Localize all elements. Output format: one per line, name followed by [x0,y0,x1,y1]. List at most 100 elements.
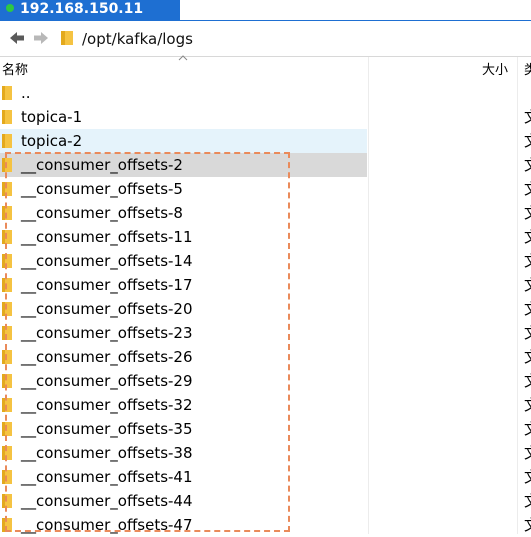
folder-icon [2,110,12,124]
file-name: __consumer_offsets-47 [21,516,193,534]
file-name: __consumer_offsets-41 [21,468,193,486]
name-cell[interactable]: __consumer_offsets-20 [0,297,367,321]
tab-bar: 192.168.150.11 [0,0,531,21]
file-row[interactable]: __consumer_offsets-17 文 [0,273,531,297]
file-type: 文 [524,105,531,129]
name-cell[interactable]: __consumer_offsets-29 [0,369,367,393]
file-name: __consumer_offsets-11 [21,228,193,246]
file-row[interactable]: __consumer_offsets-20 文 [0,297,531,321]
file-type: 文 [524,273,531,297]
file-name: __consumer_offsets-14 [21,252,193,270]
file-type: 文 [524,417,531,441]
file-row[interactable]: __consumer_offsets-44 文 [0,489,531,513]
folder-icon [2,182,12,196]
file-row[interactable]: __consumer_offsets-14 文 [0,249,531,273]
file-name: __consumer_offsets-8 [21,204,183,222]
file-type: 文 [524,249,531,273]
tab-session[interactable]: 192.168.150.11 [0,0,180,20]
file-row[interactable]: __consumer_offsets-29 文 [0,369,531,393]
file-name: __consumer_offsets-5 [21,180,183,198]
file-row[interactable]: __consumer_offsets-35 文 [0,417,531,441]
file-row[interactable]: __consumer_offsets-38 文 [0,441,531,465]
path-input[interactable]: /opt/kafka/logs [82,29,193,49]
file-name: __consumer_offsets-38 [21,444,193,462]
folder-icon [2,494,12,508]
column-type[interactable]: 类 [524,59,531,78]
folder-icon [2,206,12,220]
arrow-right-icon[interactable] [32,29,50,47]
name-cell[interactable]: __consumer_offsets-17 [0,273,367,297]
file-type: 文 [524,321,531,345]
file-name: __consumer_offsets-44 [21,492,193,510]
folder-icon [2,134,12,148]
file-row[interactable]: __consumer_offsets-5 文 [0,177,531,201]
file-name: topica-2 [21,132,83,150]
name-cell[interactable]: __consumer_offsets-41 [0,465,367,489]
name-cell[interactable]: __consumer_offsets-11 [0,225,367,249]
name-cell[interactable]: __consumer_offsets-8 [0,201,367,225]
arrow-left-icon[interactable] [8,29,26,47]
name-cell[interactable]: __consumer_offsets-5 [0,177,367,201]
chevron-up-icon [178,55,188,61]
folder-icon [2,350,12,364]
file-row[interactable]: __consumer_offsets-32 文 [0,393,531,417]
column-header: 名称 大小 类 [0,55,531,80]
file-type: 文 [524,297,531,321]
file-row[interactable]: .. [0,81,531,105]
file-row[interactable]: __consumer_offsets-11 文 [0,225,531,249]
folder-icon [2,302,12,316]
file-type: 文 [524,513,531,537]
folder-icon [2,278,12,292]
file-type: 文 [524,465,531,489]
folder-icon [2,398,12,412]
file-name: __consumer_offsets-23 [21,324,193,342]
name-cell[interactable]: topica-1 [0,105,367,129]
name-cell[interactable]: __consumer_offsets-26 [0,345,367,369]
file-type: 文 [524,369,531,393]
name-cell[interactable]: __consumer_offsets-14 [0,249,367,273]
file-type: 文 [524,393,531,417]
name-cell[interactable]: topica-2 [0,129,367,153]
file-row[interactable]: __consumer_offsets-2 文 [0,153,531,177]
name-cell[interactable]: __consumer_offsets-47 [0,513,367,537]
folder-icon [2,446,12,460]
file-type: 文 [524,129,531,153]
file-name: __consumer_offsets-32 [21,396,193,414]
column-size[interactable]: 大小 [482,59,508,78]
name-cell[interactable]: __consumer_offsets-32 [0,393,367,417]
name-cell[interactable]: .. [0,81,367,105]
file-name: __consumer_offsets-29 [21,372,193,390]
name-cell[interactable]: __consumer_offsets-38 [0,441,367,465]
file-name: __consumer_offsets-35 [21,420,193,438]
file-type: 文 [524,201,531,225]
file-type: 文 [524,441,531,465]
name-cell[interactable]: __consumer_offsets-2 [0,153,367,177]
file-row[interactable]: __consumer_offsets-47 文 [0,513,531,537]
file-row[interactable]: __consumer_offsets-41 文 [0,465,531,489]
name-cell[interactable]: __consumer_offsets-35 [0,417,367,441]
connection-status-icon [6,4,14,12]
file-name: __consumer_offsets-26 [21,348,193,366]
file-row[interactable]: __consumer_offsets-8 文 [0,201,531,225]
folder-icon [2,518,12,532]
folder-icon [2,422,12,436]
file-row[interactable]: topica-1 文 [0,105,531,129]
name-cell[interactable]: __consumer_offsets-23 [0,321,367,345]
file-row[interactable]: __consumer_offsets-23 文 [0,321,531,345]
file-type: 文 [524,153,531,177]
folder-icon [61,31,73,45]
column-name[interactable]: 名称 [2,59,28,78]
folder-icon [2,254,12,268]
file-row[interactable]: __consumer_offsets-26 文 [0,345,531,369]
folder-icon [2,326,12,340]
folder-icon [2,158,12,172]
address-bar: /opt/kafka/logs [0,21,531,57]
file-type: 文 [524,345,531,369]
folder-icon [2,470,12,484]
file-name: .. [21,84,31,102]
file-name: __consumer_offsets-17 [21,276,193,294]
folder-icon [2,86,12,100]
tab-title: 192.168.150.11 [20,1,144,17]
name-cell[interactable]: __consumer_offsets-44 [0,489,367,513]
file-row[interactable]: topica-2 文 [0,129,531,153]
